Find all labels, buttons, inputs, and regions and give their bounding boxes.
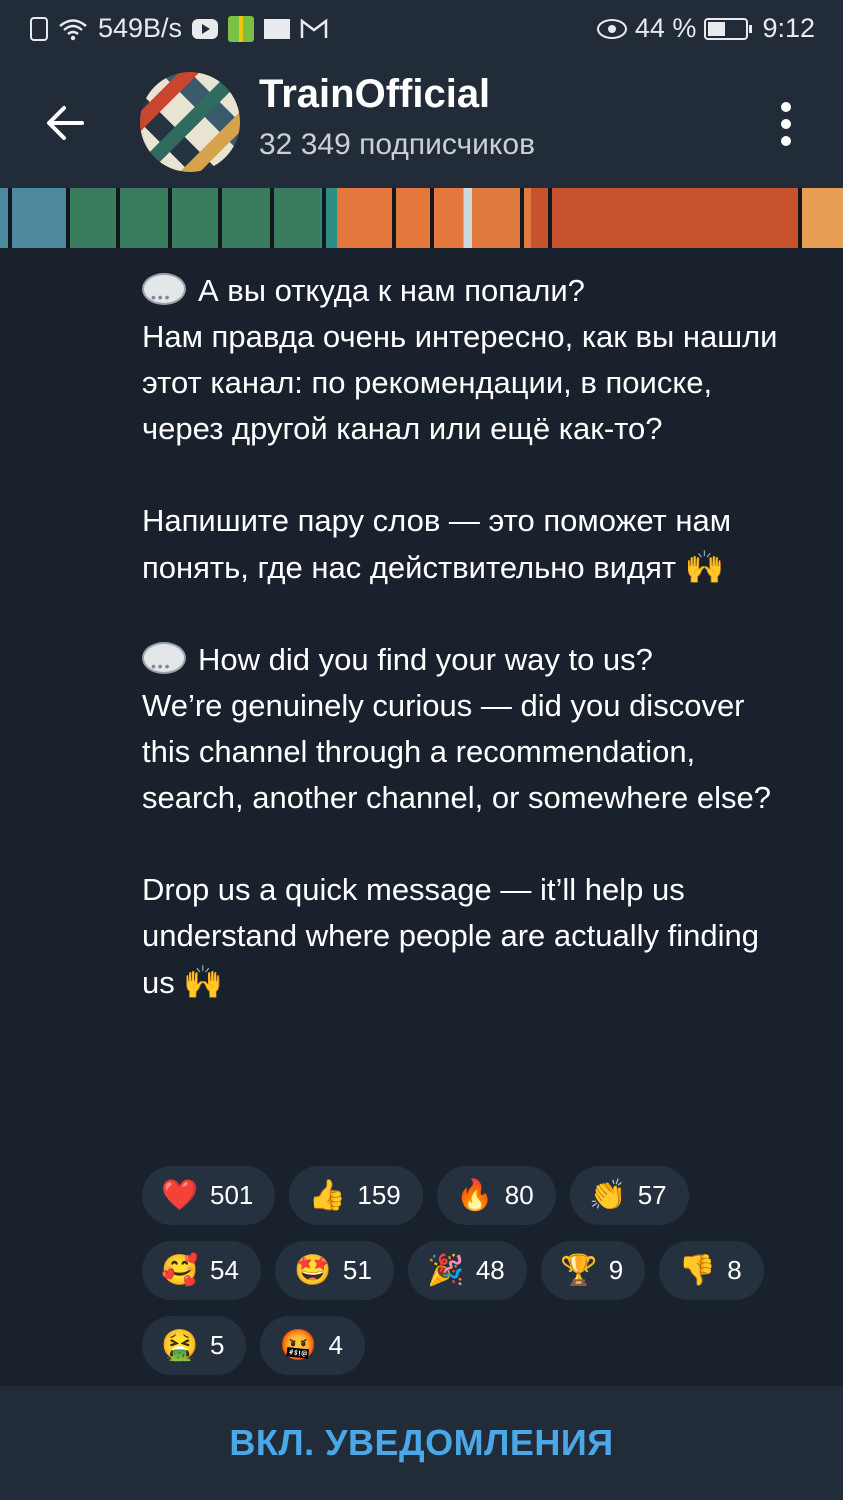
- reaction-smiling-hearts[interactable]: 🥰 54: [142, 1241, 261, 1300]
- mail-icon: [264, 18, 291, 39]
- post-en-cta: Drop us a quick message — it’ll help us …: [142, 872, 759, 1000]
- reaction-count: 5: [210, 1330, 225, 1360]
- post-paragraph-en: How did you find your way to us? We’re g…: [142, 637, 782, 821]
- clapping-hands-icon: 👏: [589, 1179, 627, 1212]
- reaction-count: 8: [727, 1255, 742, 1285]
- clock: 9:12: [762, 13, 815, 43]
- star-struck-icon: 🤩: [294, 1254, 332, 1287]
- party-popper-icon: 🎉: [427, 1254, 465, 1287]
- post-ru-question: А вы откуда к нам попали?: [198, 273, 585, 308]
- vomiting-face-icon: 🤮: [161, 1329, 199, 1362]
- status-bar: 549B/s 44 % 9:12: [0, 0, 843, 58]
- reaction-clap[interactable]: 👏 57: [569, 1166, 689, 1225]
- reaction-count: 501: [210, 1180, 254, 1210]
- reaction-vomit[interactable]: 🤮 5: [142, 1316, 247, 1375]
- reaction-party[interactable]: 🎉 48: [407, 1241, 527, 1300]
- reaction-count: 51: [342, 1255, 372, 1285]
- smiling-face-hearts-icon: 🥰: [161, 1254, 199, 1287]
- reaction-thumbs-down[interactable]: 👎 8: [659, 1241, 764, 1300]
- post-paragraph-ru-cta: Напишите пару слов — это поможет нам пон…: [142, 498, 782, 591]
- channel-title[interactable]: TrainOfficial: [259, 72, 490, 117]
- cursing-face-icon: 🤬: [279, 1329, 318, 1362]
- post-paragraph-en-cta: Drop us a quick message — it’ll help us …: [142, 867, 782, 1006]
- more-menu-button[interactable]: [771, 102, 801, 146]
- bottom-bar: ВКЛ. УВЕДОМЛЕНИЯ: [0, 1386, 843, 1500]
- reaction-count: 54: [210, 1255, 239, 1285]
- channel-post: А вы откуда к нам попали? Нам правда оче…: [142, 268, 782, 1006]
- reaction-count: 4: [328, 1330, 343, 1360]
- speech-bubble-icon: [142, 642, 186, 689]
- reaction-count: 48: [475, 1255, 505, 1285]
- subscriber-count: 32 349 подписчиков: [259, 128, 536, 161]
- post-ru-cta: Напишите пару слов — это поможет нам пон…: [142, 503, 732, 585]
- enable-notifications-button[interactable]: ВКЛ. УВЕДОМЛЕНИЯ: [223, 1421, 619, 1465]
- back-button[interactable]: [38, 96, 92, 150]
- network-speed: 549B/s: [98, 13, 183, 43]
- raised-hands-icon: 🙌: [684, 549, 725, 585]
- reactions-panel: ❤️ 501 👍 159 🔥 80 👏 57 🥰 54 🤩 51 🎉 48 🏆 9 👎 8 🤮 5 …: [142, 1166, 782, 1391]
- speech-bubble-icon: [142, 273, 186, 320]
- thumbs-down-icon: 👎: [678, 1254, 716, 1287]
- reaction-heart[interactable]: ❤️ 501: [142, 1166, 276, 1225]
- reaction-count: 57: [637, 1180, 667, 1210]
- channel-avatar[interactable]: [140, 72, 240, 172]
- youtube-icon: [192, 18, 219, 39]
- reaction-fire[interactable]: 🔥 80: [436, 1166, 556, 1225]
- post-ru-body: Нам правда очень интересно, как вы нашли…: [142, 319, 778, 446]
- trophy-icon: 🏆: [560, 1254, 598, 1287]
- reaction-cursing[interactable]: 🤬 4: [260, 1316, 365, 1375]
- reaction-count: 9: [608, 1255, 624, 1285]
- channel-banner: [0, 188, 843, 248]
- fire-icon: 🔥: [456, 1179, 494, 1212]
- reaction-thumbs-up[interactable]: 👍 159: [289, 1166, 423, 1225]
- post-en-body: We’re genuinely curious — did you discov…: [142, 688, 771, 815]
- reaction-star-struck[interactable]: 🤩 51: [274, 1241, 394, 1300]
- reaction-count: 80: [504, 1180, 534, 1210]
- reaction-count: 159: [357, 1180, 401, 1210]
- gmail-icon: [300, 18, 328, 38]
- heart-icon: ❤️: [161, 1179, 199, 1212]
- post-paragraph-ru: А вы откуда к нам попали? Нам правда оче…: [142, 268, 782, 452]
- gift-icon: [228, 15, 255, 42]
- battery-percent: 44 %: [634, 13, 697, 43]
- reaction-trophy[interactable]: 🏆 9: [540, 1241, 646, 1300]
- post-en-question: How did you find your way to us?: [198, 642, 653, 677]
- sim-icon: [30, 16, 48, 41]
- thumbs-up-icon: 👍: [308, 1179, 347, 1212]
- arrow-left-icon: [47, 106, 84, 140]
- channel-header: TrainOfficial 32 349 подписчиков: [0, 58, 843, 188]
- eye-comfort-icon: [596, 18, 627, 39]
- battery-icon: [704, 17, 753, 40]
- raised-hands-icon: 🙌: [183, 964, 224, 1000]
- wifi-icon: [59, 18, 87, 40]
